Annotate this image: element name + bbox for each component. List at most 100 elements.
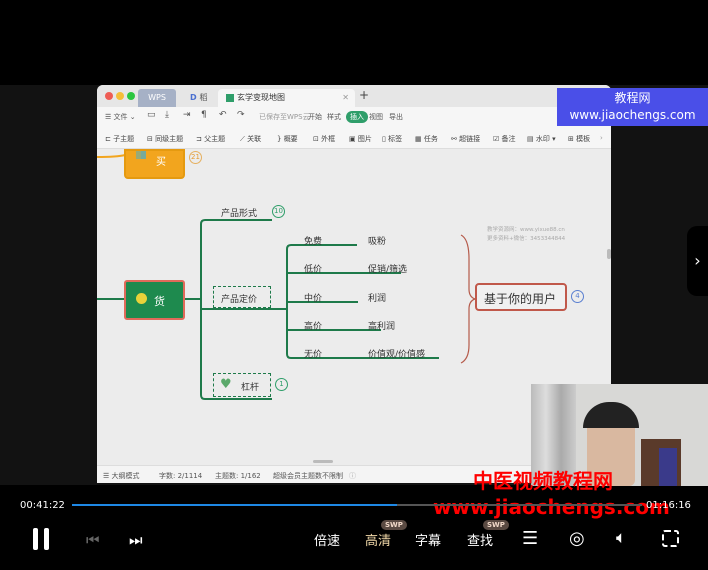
node-pricing-label: 产品定价 xyxy=(221,295,258,305)
settings-button[interactable]: ◎ xyxy=(569,528,585,549)
pricing-purpose-mid[interactable]: 利润 xyxy=(368,291,386,304)
toolbar-subtopic[interactable]: ⊏ 子主题 xyxy=(105,134,134,144)
faint-note-line2: 更多资料+微信：3453344844 xyxy=(487,236,566,242)
menu-insert[interactable]: 插入 xyxy=(346,111,368,123)
tab-mindmap[interactable]: 玄学变现地图 ✕ xyxy=(218,89,355,107)
export-icon[interactable]: ⇥ xyxy=(183,110,191,120)
current-time: 00:41:22 xyxy=(20,500,65,511)
new-tab-button[interactable]: + xyxy=(359,88,369,102)
pricing-tier-priceless[interactable]: 无价 xyxy=(304,347,322,360)
close-tab-icon[interactable]: ✕ xyxy=(342,89,349,107)
toolbar-more-icon[interactable]: › xyxy=(600,134,603,142)
maximize-window-button[interactable] xyxy=(127,92,135,100)
watermark-line2: www.jiaochengs.com xyxy=(569,108,696,122)
download-icon[interactable]: ⤓ xyxy=(165,110,169,120)
watermark-line1: 教程网 xyxy=(614,91,651,105)
pricing-purpose-high[interactable]: 高利润 xyxy=(368,319,395,332)
toolbar-watermark[interactable]: ▤ 水印 ▾ xyxy=(527,134,556,144)
playlist-button[interactable]: ☰ xyxy=(522,528,538,549)
faint-note: 教学资源网：www.yixue88.cn 更多资料+微信：3453344844 xyxy=(487,226,565,244)
subtitles-button[interactable]: 字幕 xyxy=(415,530,441,549)
search-button[interactable]: 查找 xyxy=(467,530,493,549)
outline-mode-button[interactable]: ☰ 大纲模式 xyxy=(103,471,140,481)
search-swp-badge: SWP xyxy=(483,520,509,530)
toolbar-note[interactable]: ☑ 备注 xyxy=(493,134,516,144)
menu-style[interactable]: 样式 xyxy=(327,112,341,122)
magnifier-icon xyxy=(136,293,147,304)
word-count: 字数: 2/1114 xyxy=(159,472,203,480)
redo-icon[interactable]: ↷ xyxy=(237,110,245,120)
node-based-on-user-count-badge[interactable]: 4 xyxy=(571,290,584,303)
toolbar-hyperlink[interactable]: ⚯ 超链接 xyxy=(451,134,480,144)
previous-button[interactable]: ⏮ xyxy=(86,531,100,549)
pause-button[interactable] xyxy=(33,528,49,550)
node-goods[interactable]: 货 xyxy=(124,280,185,320)
progress-track[interactable] xyxy=(72,504,642,506)
format-painter-icon[interactable]: ¶ xyxy=(201,110,207,120)
toolbar-image[interactable]: ▣ 图片 xyxy=(349,134,372,144)
toolbar-summary[interactable]: } 概要 xyxy=(277,134,298,144)
node-leverage-label: 杠杆 xyxy=(241,383,260,393)
title-bar: WPS D 稻壳 玄学变现地图 ✕ + xyxy=(97,85,611,120)
poster xyxy=(659,448,677,486)
menu-start[interactable]: 开始 xyxy=(308,112,322,122)
next-video-button[interactable]: › xyxy=(687,226,708,296)
pricing-purpose-low[interactable]: 促销/筛选 xyxy=(368,262,407,275)
menu-export[interactable]: 导出 xyxy=(389,112,403,122)
pricing-purpose-priceless[interactable]: 价值观/价值感 xyxy=(368,347,425,360)
mindmap-icon xyxy=(226,93,234,102)
volume-button[interactable]: 🔈︎ xyxy=(616,528,626,548)
menu-bar: ☰ 文件 ⌄ ▭ ⤓ ⇥ ¶ ↶ ↷ 已保存至WPS云 开始 样式 插入 视图 … xyxy=(97,107,611,127)
tab-mindmap-label: 玄学变现地图 xyxy=(237,93,285,102)
pricing-purpose-free[interactable]: 吸粉 xyxy=(368,234,386,247)
pause-icon xyxy=(33,528,38,550)
tab-wps[interactable]: WPS xyxy=(138,89,176,107)
toolbar-template[interactable]: ⊞ 模板 xyxy=(568,134,590,144)
close-window-button[interactable] xyxy=(105,92,113,100)
node-buy-label: 买 xyxy=(156,157,166,168)
node-based-on-user-label: 基于你的用户 xyxy=(484,292,557,306)
volume-icon: 🔈︎ xyxy=(616,528,627,548)
settings-icon: ◎ xyxy=(569,528,585,549)
node-pricing[interactable]: 产品定价 xyxy=(213,286,271,308)
toolbar-tag[interactable]: ▯ 标签 xyxy=(382,134,402,144)
toolbar-task[interactable]: ▦ 任务 xyxy=(415,134,438,144)
node-leverage[interactable]: ♥ 杠杆 xyxy=(213,373,271,397)
pricing-tier-high[interactable]: 高价 xyxy=(304,319,322,332)
pricing-tier-free[interactable]: 免费 xyxy=(304,234,322,247)
video-player-controls: 00:41:22 01:16:16 ⏮ ⏭ 倍速 高清 SWP 字幕 查找 SW… xyxy=(0,490,708,570)
node-product-form-count-badge[interactable]: 10 xyxy=(272,205,285,218)
gift-icon xyxy=(136,151,146,159)
horizontal-scrollbar[interactable] xyxy=(313,460,333,463)
pricing-tier-mid[interactable]: 中价 xyxy=(304,291,322,304)
fullscreen-button[interactable] xyxy=(662,530,679,547)
topic-count: 主题数: 1/162 xyxy=(215,472,261,480)
menu-view[interactable]: 视图 xyxy=(369,112,383,122)
file-menu[interactable]: ☰ 文件 ⌄ xyxy=(105,112,136,122)
quality-button[interactable]: 高清 xyxy=(365,530,391,549)
speed-button[interactable]: 倍速 xyxy=(314,530,340,549)
toolbar-parent-topic[interactable]: ⊐ 父主题 xyxy=(196,134,225,144)
minimize-window-button[interactable] xyxy=(116,92,124,100)
pause-icon-bar xyxy=(44,528,49,550)
undo-icon[interactable]: ↶ xyxy=(219,110,227,120)
save-icon[interactable]: ▭ xyxy=(147,110,156,120)
pricing-tier-low[interactable]: 低价 xyxy=(304,262,322,275)
total-time: 01:16:16 xyxy=(646,500,691,511)
help-icon[interactable]: ⓘ xyxy=(349,471,356,481)
toolbar-sibling-topic[interactable]: ⊟ 同级主题 xyxy=(147,134,183,144)
next-button[interactable]: ⏭ xyxy=(129,531,143,549)
skip-next-icon: ⏭ xyxy=(129,531,143,549)
node-product-form[interactable]: 产品形式 xyxy=(221,206,257,219)
tab-daoke[interactable]: D 稻壳 xyxy=(182,89,220,120)
node-based-on-user[interactable]: 基于你的用户 xyxy=(475,283,567,311)
node-goods-label: 货 xyxy=(154,295,165,308)
node-buy[interactable]: 买 xyxy=(124,149,185,179)
toolbar-relation[interactable]: ⟋ 关联 xyxy=(240,134,261,144)
skip-previous-icon: ⏮ xyxy=(86,531,100,549)
toolbar-boundary[interactable]: ⊡ 外框 xyxy=(313,134,335,144)
node-leverage-count-badge[interactable]: 1 xyxy=(275,378,288,391)
vertical-scrollbar[interactable] xyxy=(607,249,611,259)
node-buy-count-badge[interactable]: 21 xyxy=(189,151,202,164)
toolbar: ⊏ 子主题 ⊟ 同级主题 ⊐ 父主题 ⟋ 关联 } 概要 ⊡ 外框 ▣ 图片 ▯… xyxy=(97,127,611,149)
